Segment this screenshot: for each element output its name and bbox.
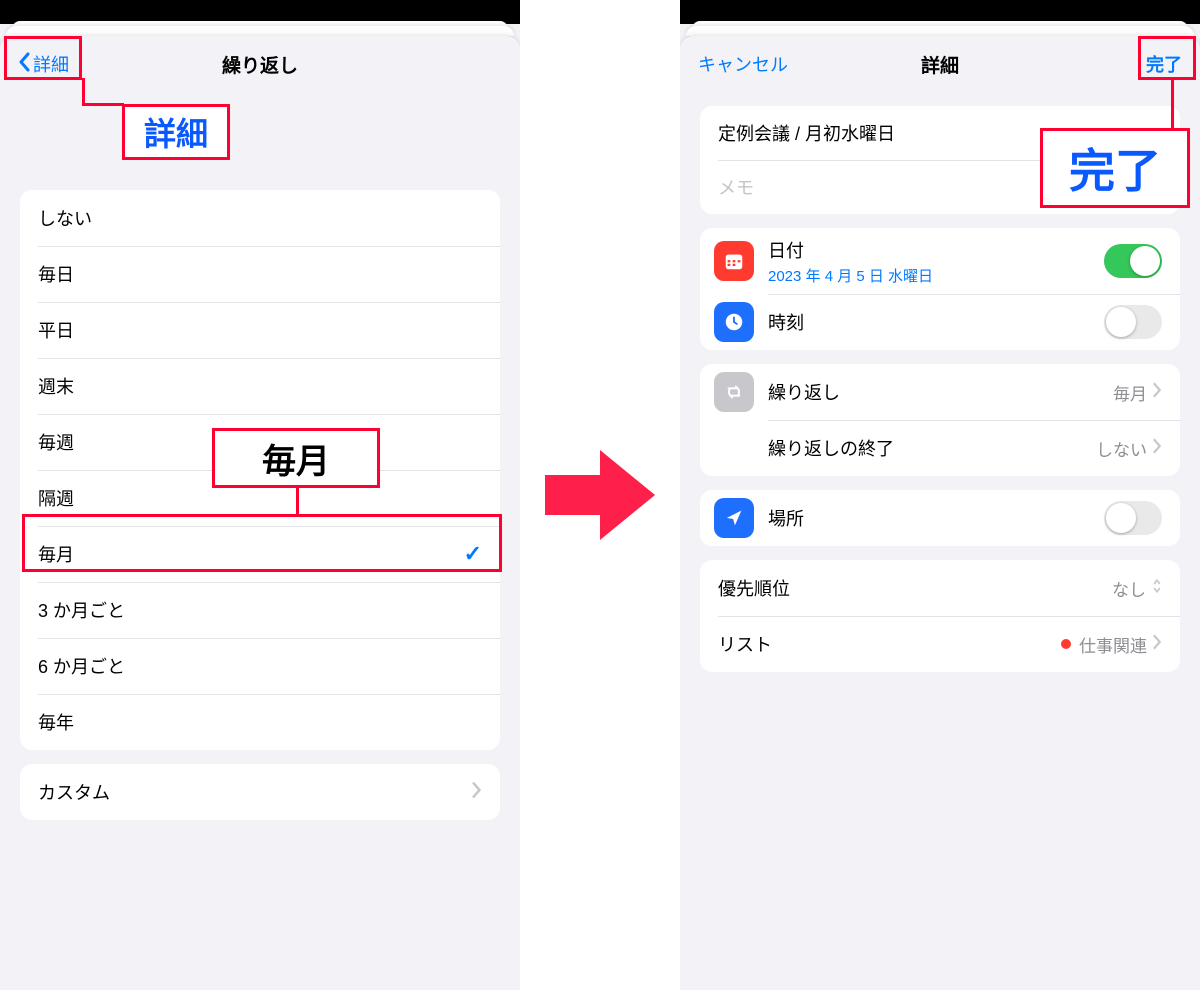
custom-group: カスタム — [20, 764, 500, 820]
nav-bar: キャンセル 詳細 完了 — [680, 36, 1200, 92]
list-row[interactable]: リスト 仕事関連 — [700, 616, 1180, 672]
title-memo-group: 定例会議 / 月初水曜日 メモ — [700, 106, 1180, 214]
priority-label: 優先順位 — [718, 575, 1112, 601]
list-color-dot — [1061, 639, 1071, 649]
option-daily[interactable]: 毎日 — [20, 246, 500, 302]
location-row[interactable]: 場所 — [700, 490, 1180, 546]
chevron-right-icon — [1153, 438, 1162, 459]
repeat-options-group: しない 毎日 平日 週末 毎週 隔週 毎月 ✓ 3 か月ごと 6 か月ごと 毎年 — [20, 190, 500, 750]
date-row[interactable]: 日付 2023 年 4 月 5 日 水曜日 — [700, 228, 1180, 294]
modal-sheet: 詳細 繰り返し しない 毎日 平日 週末 毎週 隔週 毎月 ✓ 3 か月ごと 6… — [0, 36, 520, 990]
repeat-group: 繰り返し 毎月 繰り返しの終了 しない — [700, 364, 1180, 476]
calendar-icon — [714, 241, 754, 281]
option-biweekly[interactable]: 隔週 — [20, 470, 500, 526]
memo-input[interactable]: メモ — [700, 160, 1180, 214]
option-custom[interactable]: カスタム — [20, 764, 500, 820]
option-weekly[interactable]: 毎週 — [20, 414, 500, 470]
priority-row[interactable]: 優先順位 なし — [700, 560, 1180, 616]
location-label: 場所 — [768, 505, 1104, 531]
updown-icon — [1152, 577, 1162, 600]
modal-sheet: キャンセル 詳細 完了 定例会議 / 月初水曜日 メモ 日付 2023 年 4 … — [680, 36, 1200, 990]
option-every-6-months[interactable]: 6 か月ごと — [20, 638, 500, 694]
list-label: リスト — [718, 631, 1061, 657]
date-time-group: 日付 2023 年 4 月 5 日 水曜日 時刻 — [700, 228, 1180, 350]
location-toggle[interactable] — [1104, 501, 1162, 535]
repeat-icon — [714, 372, 754, 412]
phone-left-repeat-settings: 詳細 繰り返し しない 毎日 平日 週末 毎週 隔週 毎月 ✓ 3 か月ごと 6… — [0, 0, 520, 990]
option-monthly[interactable]: 毎月 ✓ — [20, 526, 500, 582]
back-button[interactable]: 詳細 — [14, 49, 73, 79]
time-row[interactable]: 時刻 — [700, 294, 1180, 350]
clock-icon — [714, 302, 754, 342]
repeat-value: 毎月 — [1113, 380, 1162, 405]
page-title: 繰り返し — [0, 51, 520, 78]
phone-right-detail-settings: キャンセル 詳細 完了 定例会議 / 月初水曜日 メモ 日付 2023 年 4 … — [680, 0, 1200, 990]
date-label: 日付 — [768, 237, 1104, 263]
priority-value: なし — [1112, 576, 1162, 601]
option-weekends[interactable]: 週末 — [20, 358, 500, 414]
option-none[interactable]: しない — [20, 190, 500, 246]
chevron-right-icon — [1153, 382, 1162, 403]
repeat-label: 繰り返し — [768, 379, 1113, 405]
time-toggle[interactable] — [1104, 305, 1162, 339]
back-label: 詳細 — [33, 51, 69, 77]
priority-list-group: 優先順位 なし リスト 仕事関連 — [700, 560, 1180, 672]
chevron-left-icon — [18, 52, 30, 77]
option-yearly[interactable]: 毎年 — [20, 694, 500, 750]
chevron-right-icon — [1153, 634, 1162, 655]
nav-bar: 詳細 繰り返し — [0, 36, 520, 92]
repeat-end-row[interactable]: 繰り返しの終了 しない — [700, 420, 1180, 476]
done-button[interactable]: 完了 — [1142, 49, 1186, 79]
date-value: 2023 年 4 月 5 日 水曜日 — [768, 265, 1104, 286]
location-icon — [714, 498, 754, 538]
repeat-end-label: 繰り返しの終了 — [768, 435, 1096, 461]
transition-arrow-icon — [540, 440, 660, 550]
repeat-end-value: しない — [1096, 436, 1162, 461]
option-weekdays[interactable]: 平日 — [20, 302, 500, 358]
date-toggle[interactable] — [1104, 244, 1162, 278]
repeat-row[interactable]: 繰り返し 毎月 — [700, 364, 1180, 420]
time-label: 時刻 — [768, 309, 1104, 335]
option-every-3-months[interactable]: 3 か月ごと — [20, 582, 500, 638]
sheet-stack-mid — [6, 26, 514, 36]
location-group: 場所 — [700, 490, 1180, 546]
task-title-input[interactable]: 定例会議 / 月初水曜日 — [700, 106, 1180, 160]
checkmark-icon: ✓ — [464, 541, 482, 567]
chevron-right-icon — [472, 779, 482, 805]
cancel-button[interactable]: キャンセル — [694, 49, 792, 79]
list-value: 仕事関連 — [1061, 632, 1162, 657]
sheet-stack-mid — [686, 26, 1194, 36]
